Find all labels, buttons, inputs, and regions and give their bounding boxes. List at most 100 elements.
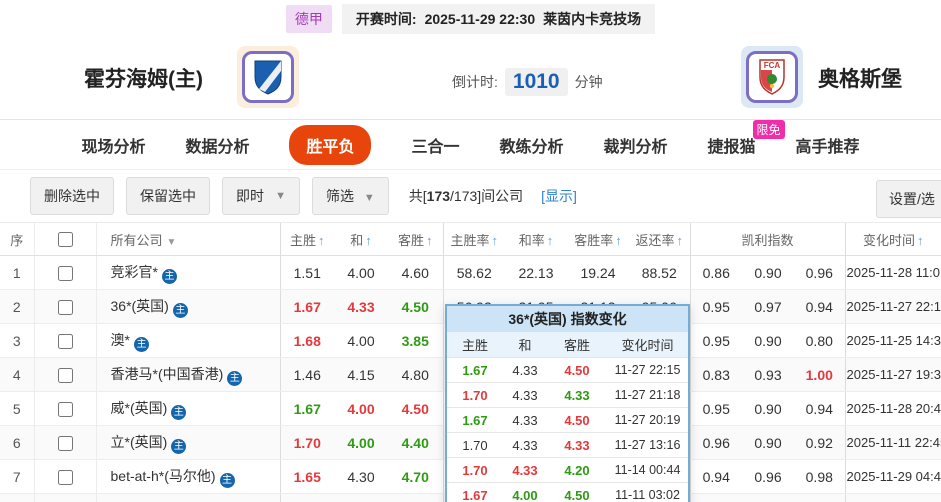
away-odds[interactable]: 4.40 <box>388 493 443 502</box>
countdown-label: 倒计时: <box>452 74 498 90</box>
change-time: 2025-11-25 14:34 <box>844 323 941 358</box>
draw-odds[interactable]: 4.33 <box>334 289 388 324</box>
row-select-cell <box>33 425 96 460</box>
show-link[interactable]: [显示] <box>541 186 577 206</box>
select-all-checkbox[interactable] <box>57 232 73 248</box>
sort-up-icon: ↑ <box>318 232 325 248</box>
header-draw-rate[interactable]: 和率 ↑ <box>505 222 567 256</box>
draw-odds[interactable]: 4.00 <box>334 323 388 358</box>
filter-dropdown-label: 筛选 <box>326 188 354 204</box>
popup-header-row: 主胜 和 客胜 变化时间 <box>447 332 688 357</box>
away-odds[interactable]: 3.85 <box>388 323 443 358</box>
company-name[interactable]: 竞彩官* <box>111 264 158 280</box>
draw-odds[interactable]: 4.30 <box>334 459 388 494</box>
draw-odds[interactable]: 4.00 <box>334 255 388 290</box>
company-name[interactable]: bet-at-h*(马尔他) <box>111 468 216 484</box>
countdown-value: 1010 <box>504 68 568 96</box>
away-team-crest: FCA <box>741 46 803 108</box>
header-home-odds[interactable]: 主胜 ↑ <box>279 222 334 256</box>
header-kelly: 凯利指数 <box>689 222 846 256</box>
sort-up-icon: ↑ <box>365 232 372 248</box>
top-bar: 德甲 开赛时间: 2025-11-29 22:30 莱茵内卡竞技场 <box>0 0 941 35</box>
tab-数据分析[interactable]: 数据分析 <box>185 133 249 157</box>
settings-button[interactable]: 设置/选 <box>876 180 941 218</box>
instant-dropdown[interactable]: 即时 ▼ <box>222 177 300 215</box>
away-odds[interactable]: 4.70 <box>388 459 443 494</box>
header-return-rate[interactable]: 返还率 ↑ <box>629 222 690 256</box>
popup-away-odds: 4.50 <box>564 362 590 378</box>
popup-draw-odds: 4.33 <box>512 362 538 378</box>
tab-裁判分析[interactable]: 裁判分析 <box>604 133 668 157</box>
tab-胜平负[interactable]: 胜平负 <box>289 124 372 165</box>
draw-odds[interactable]: 4.15 <box>334 357 388 392</box>
home-odds[interactable]: 1.51 <box>279 255 334 290</box>
company-cell: bet-at-h*(马尔他) 主 <box>95 459 280 494</box>
company-name[interactable]: 香港马*(中国香港) <box>111 366 224 382</box>
header-company[interactable]: 所有公司 ▼ <box>95 222 280 256</box>
change-time: 2025-11-28 11:01 <box>844 255 941 290</box>
kelly-2: 0.93 <box>742 357 794 392</box>
home-odds[interactable]: 1.62 <box>279 493 334 502</box>
filter-dropdown[interactable]: 筛选 ▼ <box>312 177 389 215</box>
away-odds[interactable]: 4.40 <box>388 425 443 460</box>
company-name[interactable]: 立*(英国) <box>111 434 168 450</box>
away-odds[interactable]: 4.60 <box>388 255 443 290</box>
home-odds[interactable]: 1.46 <box>279 357 334 392</box>
tab-现场分析[interactable]: 现场分析 <box>81 133 145 157</box>
away-odds[interactable]: 4.50 <box>388 391 443 426</box>
keep-selected-button[interactable]: 保留选中 <box>126 177 210 215</box>
tab-三合一[interactable]: 三合一 <box>411 133 459 157</box>
row-checkbox[interactable] <box>57 367 73 383</box>
row-seq: 7 <box>0 459 34 494</box>
header-draw-odds[interactable]: 和 ↑ <box>334 222 388 256</box>
company-cell: 威*(英国) 主 <box>95 391 280 426</box>
delete-selected-button[interactable]: 删除选中 <box>30 177 114 215</box>
kelly-3: 1.00 <box>794 357 846 392</box>
company-cell: 香港马*(中国香港) 主 <box>95 357 280 392</box>
draw-odds[interactable]: 4.00 <box>334 425 388 460</box>
popup-header-cell: 主胜 <box>461 338 488 353</box>
popup-away-odds: 4.33 <box>564 387 590 403</box>
home-odds[interactable]: 1.68 <box>279 323 334 358</box>
tab-高手推荐[interactable]: 高手推荐 <box>796 133 860 157</box>
tab-教练分析[interactable]: 教练分析 <box>500 133 564 157</box>
popup-change-time: 11-27 22:15 <box>614 363 681 377</box>
popup-change-time: 11-27 13:16 <box>614 438 681 452</box>
row-checkbox[interactable] <box>57 401 73 417</box>
row-select-cell <box>33 357 96 392</box>
home-odds[interactable]: 1.67 <box>279 391 334 426</box>
row-seq: 2 <box>0 289 34 324</box>
header-away-odds[interactable]: 客胜 ↑ <box>388 222 443 256</box>
free-trial-badge: 限免 <box>752 119 785 139</box>
home-odds[interactable]: 1.70 <box>279 425 334 460</box>
company-name[interactable]: 36*(英国) <box>111 298 169 314</box>
popup-away-odds: 4.50 <box>564 487 590 502</box>
home-rate: 58.62 <box>442 255 505 290</box>
header-away-rate[interactable]: 客胜率 ↑ <box>567 222 629 256</box>
kickoff-info: 开赛时间: 2025-11-29 22:30 莱茵内卡竞技场 <box>341 3 656 34</box>
venue-name: 莱茵内卡竞技场 <box>543 10 642 27</box>
table-row: 1 竞彩官* 主 1.51 4.00 4.60 58.62 22.13 19.24 88.52 0.… <box>0 255 941 290</box>
kelly-3: 0.96 <box>794 255 846 290</box>
company-name[interactable]: 威*(英国) <box>111 400 168 416</box>
row-checkbox[interactable] <box>57 435 73 451</box>
league-badge[interactable]: 德甲 <box>285 4 332 33</box>
away-odds[interactable]: 4.50 <box>388 289 443 324</box>
home-odds[interactable]: 1.65 <box>279 459 334 494</box>
draw-odds[interactable]: 4.00 <box>334 391 388 426</box>
away-odds[interactable]: 4.80 <box>388 357 443 392</box>
popup-change-time: 11-27 20:19 <box>614 413 681 427</box>
header-change-time[interactable]: 变化时间 ↑ <box>844 222 941 256</box>
draw-odds[interactable]: 3.90 <box>334 493 388 502</box>
row-checkbox[interactable] <box>57 299 73 315</box>
row-checkbox[interactable] <box>57 265 73 281</box>
company-name[interactable]: 澳* <box>111 332 130 348</box>
tab-捷报猫[interactable]: 捷报猫 限免 <box>708 119 785 157</box>
popup-header-cell: 客胜 <box>563 338 590 353</box>
home-odds[interactable]: 1.67 <box>279 289 334 324</box>
row-checkbox[interactable] <box>57 333 73 349</box>
row-checkbox[interactable] <box>57 469 73 485</box>
popup-odds-row: 1.67 4.33 4.50 11-27 22:15 <box>447 357 688 382</box>
header-home-rate[interactable]: 主胜率 ↑ <box>442 222 505 256</box>
popup-title: 36*(英国) 指数变化 <box>447 306 688 332</box>
